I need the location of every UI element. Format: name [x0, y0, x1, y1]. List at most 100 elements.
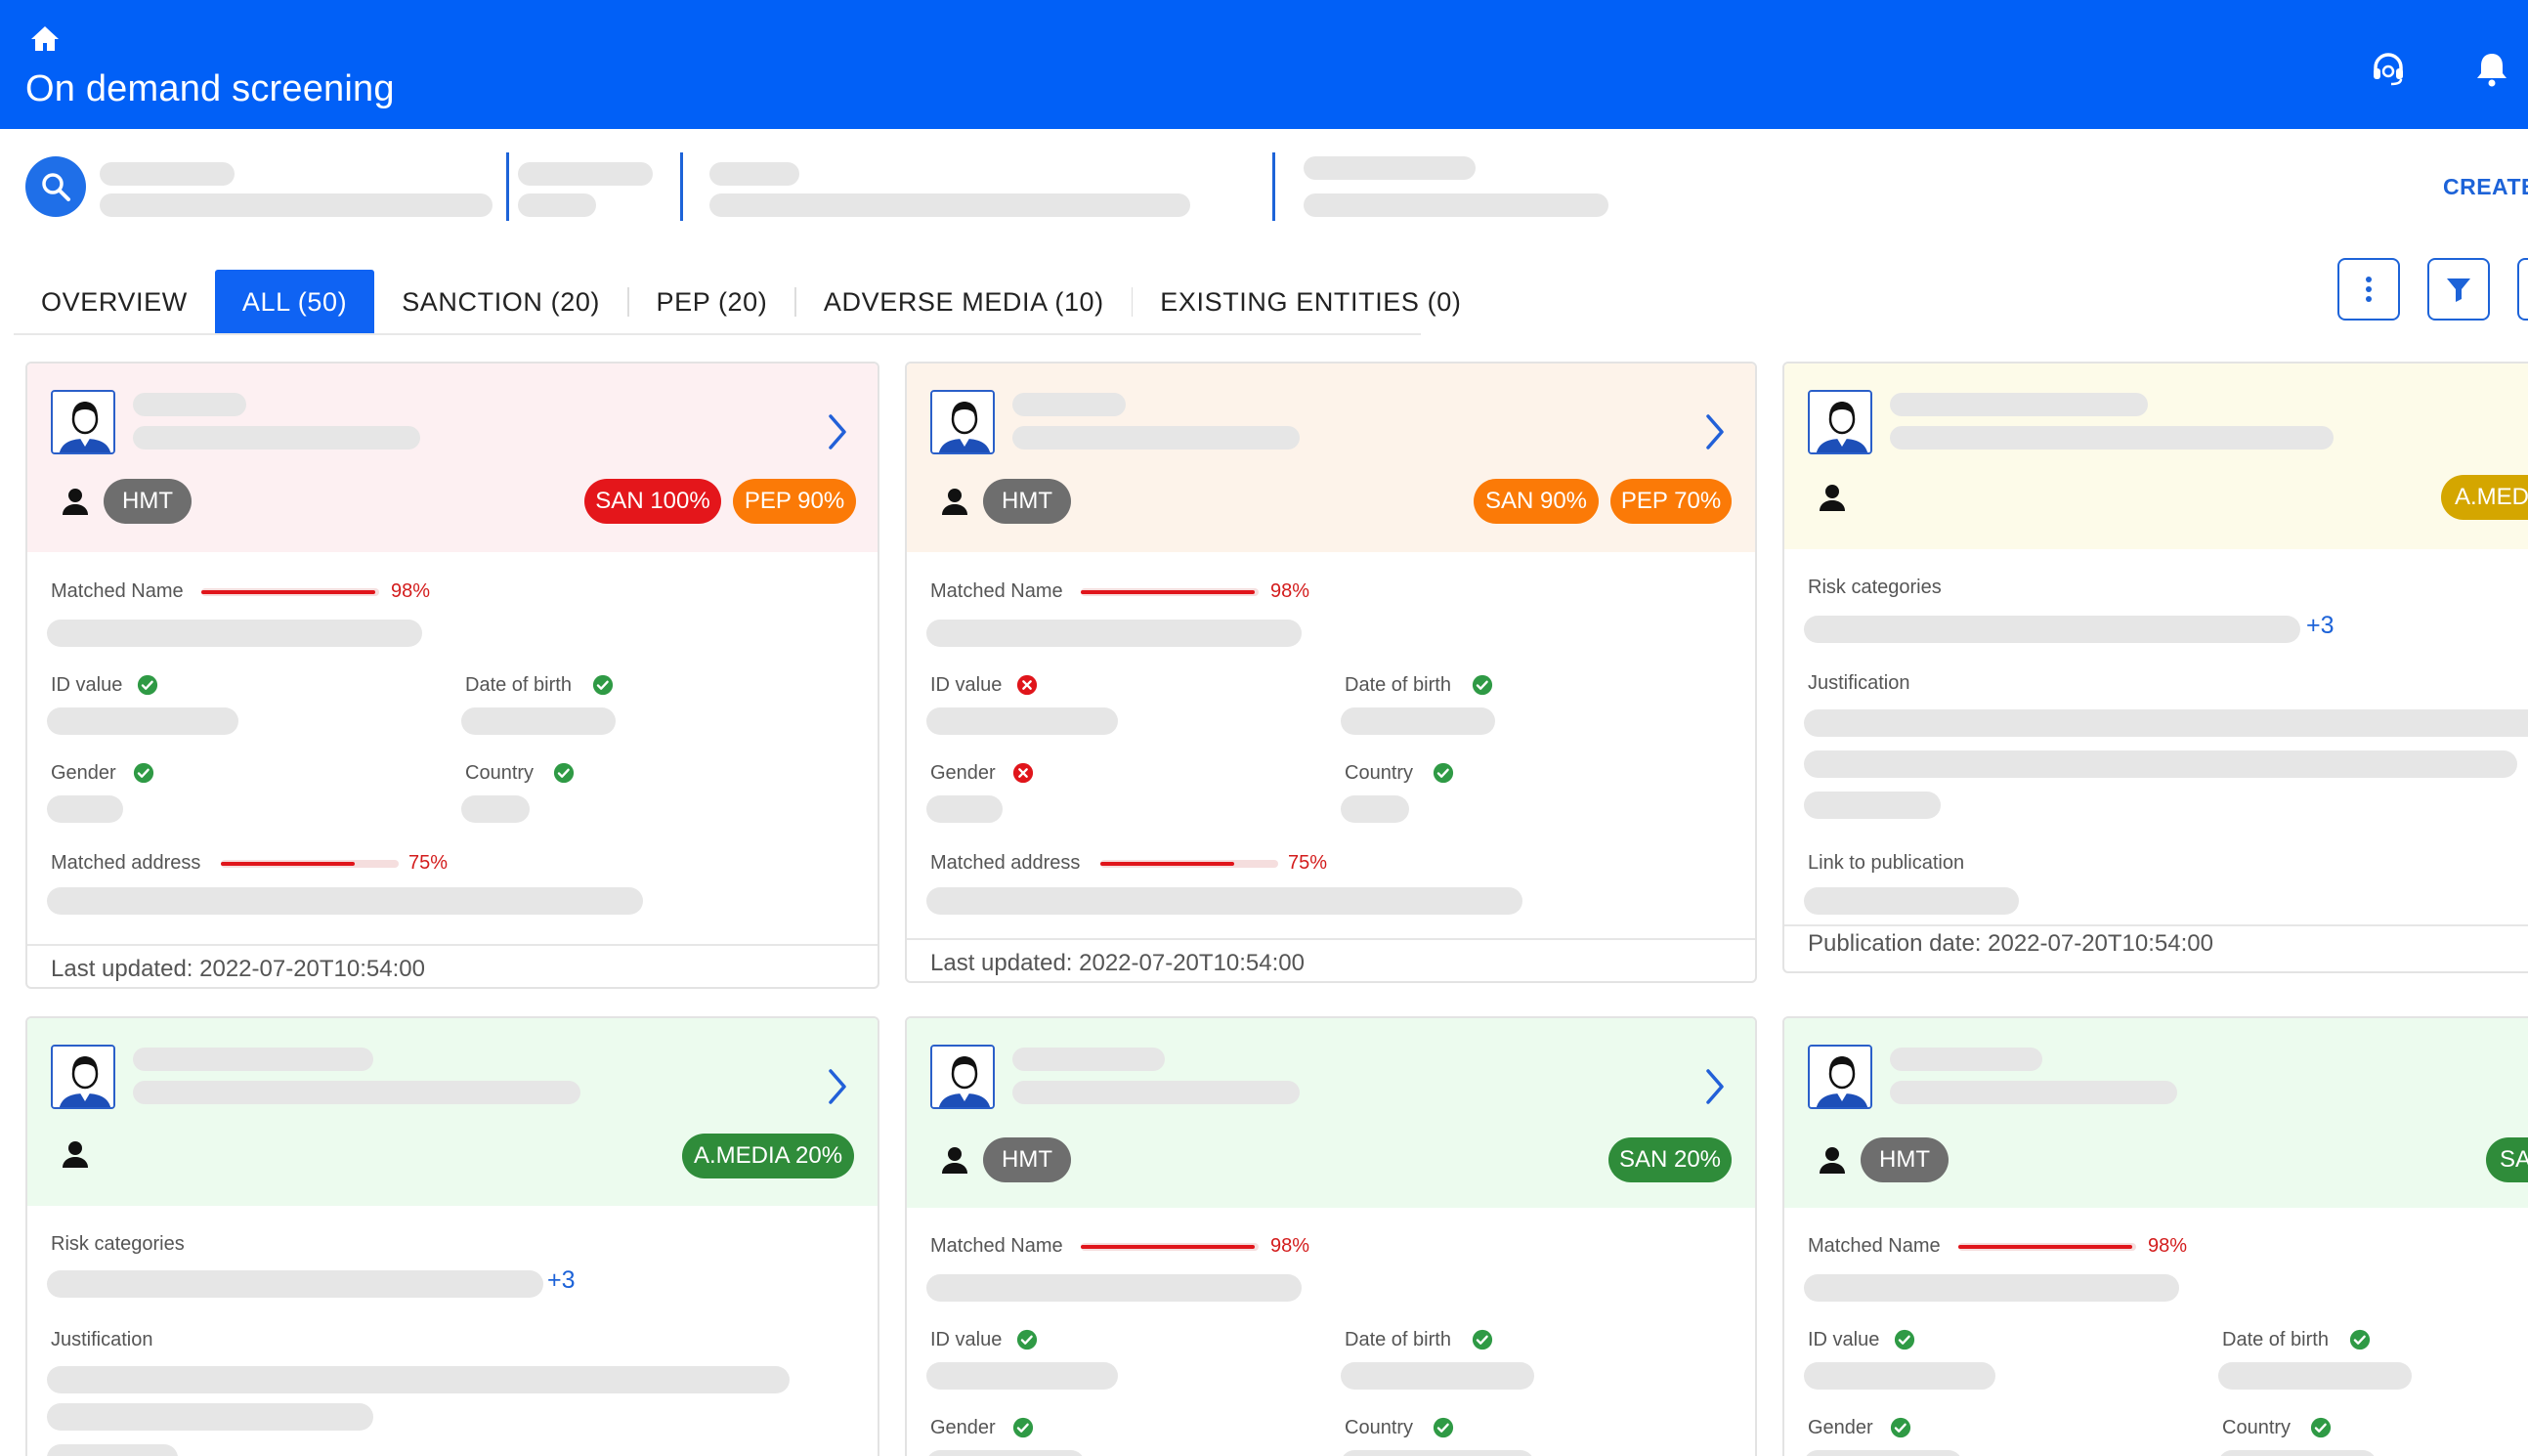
- avatar: [930, 390, 995, 454]
- placeholder-line: [47, 1403, 373, 1431]
- matched-address-bar: [1100, 860, 1278, 868]
- check-circle-icon: [1894, 1329, 1915, 1350]
- person-icon: [61, 487, 90, 516]
- chevron-right-icon[interactable]: [1700, 412, 1730, 451]
- placeholder-line: [47, 1366, 790, 1393]
- list-tag: HMT: [104, 479, 192, 524]
- placeholder-line: [47, 620, 422, 647]
- publication-link[interactable]: [1804, 887, 2019, 915]
- pep-badge: PEP 90%: [733, 479, 856, 524]
- placeholder-line: [1890, 1048, 2042, 1071]
- tab-existing-entities[interactable]: EXISTING ENTITIES (0): [1133, 270, 1488, 334]
- san-badge: SAN 90%: [1474, 479, 1599, 524]
- matched-name-pct: 98%: [2148, 1235, 2188, 1257]
- check-circle-icon: [2310, 1417, 2332, 1438]
- create-button[interactable]: CREATE: [2443, 174, 2528, 200]
- placeholder-line: [926, 1274, 1302, 1302]
- person-icon: [1818, 1145, 1847, 1175]
- more-categories-link[interactable]: +3: [2306, 612, 2335, 640]
- placeholder-line: [1012, 393, 1126, 416]
- tab-all[interactable]: ALL (50): [214, 270, 375, 334]
- page-title: On demand screening: [25, 68, 395, 109]
- placeholder-line: [2218, 1362, 2412, 1390]
- bell-icon[interactable]: [2472, 49, 2511, 88]
- chevron-right-icon[interactable]: [823, 412, 852, 451]
- placeholder-line: [926, 795, 1003, 823]
- card-footer: Publication date: 2022-07-20T10:54:00: [1784, 924, 2528, 971]
- card-footer: Last updated: 2022-07-20T10:54:00: [907, 938, 1755, 981]
- matched-name-bar-fill: [201, 590, 376, 594]
- dob-label: Date of birth: [1345, 1329, 1451, 1350]
- matched-address-pct: 75%: [1288, 852, 1328, 874]
- last-updated: Last updated: 2022-07-20T10:54:00: [51, 956, 425, 982]
- filter-icon: [2447, 278, 2470, 302]
- home-icon[interactable]: [29, 23, 61, 55]
- placeholder-line: [926, 707, 1118, 735]
- placeholder-line: [926, 1362, 1118, 1390]
- view-toggle-button[interactable]: [2517, 258, 2528, 321]
- placeholder-line: [709, 193, 1190, 217]
- more-categories-link[interactable]: +3: [547, 1266, 576, 1295]
- check-circle-icon: [1016, 1329, 1038, 1350]
- placeholder-line: [709, 162, 799, 186]
- id-value-label: ID value: [1808, 1329, 1880, 1350]
- placeholder-line: [926, 620, 1302, 647]
- avatar: [930, 1045, 995, 1109]
- placeholder-line: [1804, 1450, 1962, 1456]
- chevron-right-icon[interactable]: [823, 1067, 852, 1106]
- chevron-right-icon[interactable]: [1700, 1067, 1730, 1106]
- last-updated: Last updated: 2022-07-20T10:54:00: [930, 950, 1305, 976]
- result-card: HMT SA Matched Name 98% ID value Date of…: [1782, 1016, 2528, 1456]
- placeholder-line: [926, 887, 1522, 915]
- placeholder-line: [100, 193, 493, 217]
- tab-sanction[interactable]: SANCTION (20): [374, 270, 627, 334]
- placeholder-line: [2218, 1450, 2377, 1456]
- result-card: HMT SAN 90% PEP 70% Matched Name 98% ID …: [905, 362, 1757, 983]
- search-button[interactable]: [25, 156, 86, 217]
- tab-adverse-media[interactable]: ADVERSE MEDIA (10): [796, 270, 1132, 334]
- check-circle-icon: [133, 762, 154, 784]
- check-circle-icon: [553, 762, 575, 784]
- placeholder-line: [133, 1081, 580, 1104]
- matched-name-label: Matched Name: [51, 580, 184, 602]
- placeholder-line: [1304, 156, 1476, 180]
- gender-label: Gender: [1808, 1417, 1873, 1438]
- tab-underline: [14, 333, 1421, 335]
- risk-categories-label: Risk categories: [51, 1233, 185, 1255]
- placeholder-line: [133, 393, 246, 416]
- card-header: [1784, 364, 2528, 549]
- app-header: On demand screening: [0, 0, 2528, 129]
- placeholder-line: [133, 426, 420, 450]
- pep-badge: PEP 70%: [1610, 479, 1732, 524]
- san-badge: SAN 20%: [1608, 1137, 1732, 1182]
- tab-overview[interactable]: OVERVIEW: [14, 270, 215, 334]
- gender-label: Gender: [930, 762, 996, 784]
- gender-label: Gender: [51, 762, 116, 784]
- placeholder-line: [1012, 1081, 1300, 1104]
- person-icon: [1818, 483, 1847, 512]
- check-circle-icon: [2349, 1329, 2371, 1350]
- headset-icon[interactable]: [2369, 49, 2408, 88]
- filter-button[interactable]: [2427, 258, 2490, 321]
- placeholder-line: [1804, 616, 2300, 643]
- card-header: [907, 364, 1755, 552]
- check-circle-icon: [1433, 1417, 1454, 1438]
- x-circle-icon: [1012, 762, 1034, 784]
- tab-pep[interactable]: PEP (20): [629, 270, 795, 334]
- matched-address-bar-fill: [1100, 862, 1234, 866]
- more-vertical-icon: [2366, 277, 2372, 302]
- avatar: [51, 1045, 115, 1109]
- result-card: HMT SAN 20% Matched Name 98% ID value Da…: [905, 1016, 1757, 1456]
- placeholder-line: [1012, 426, 1300, 450]
- matched-name-bar: [1958, 1243, 2136, 1251]
- placeholder-line: [1012, 1048, 1165, 1071]
- matched-name-bar: [1081, 588, 1259, 596]
- gender-label: Gender: [930, 1417, 996, 1438]
- matched-name-label: Matched Name: [930, 1235, 1063, 1257]
- person-icon: [940, 487, 969, 516]
- tab-bar: OVERVIEW ALL (50) SANCTION (20) PEP (20)…: [14, 270, 1488, 334]
- san-badge: SAN 100%: [584, 479, 721, 524]
- matched-address-bar: [221, 860, 399, 868]
- more-options-button[interactable]: [2337, 258, 2400, 321]
- link-to-publication-label: Link to publication: [1808, 852, 1965, 874]
